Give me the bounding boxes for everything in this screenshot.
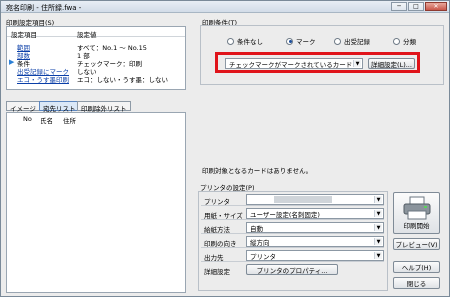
- dropdown-arrow-icon[interactable]: ▼: [374, 224, 382, 231]
- printer-row-feed: 給紙方法 自動 ▼: [201, 222, 384, 234]
- orientation-select[interactable]: 縦方向 ▼: [246, 236, 384, 247]
- tab-exclusion-list[interactable]: 印刷除外リスト: [77, 101, 131, 113]
- print-start-button[interactable]: 印刷開始: [393, 192, 440, 234]
- no-cards-message: 印刷対象となるカードはありません。: [202, 167, 313, 175]
- printer-name-redacted: [274, 196, 332, 203]
- tab-image[interactable]: イメージ: [6, 101, 40, 113]
- close-window-button[interactable]: ✕: [425, 2, 447, 11]
- radio-no-condition[interactable]: 条件なし: [227, 36, 263, 46]
- dropdown-arrow-icon[interactable]: ▼: [374, 252, 382, 259]
- preview-button[interactable]: プレビュー(V): [393, 238, 440, 250]
- window-controls: ─ □ ✕: [391, 2, 447, 11]
- paper-size-select[interactable]: ユーザー設定(名刺固定) ▼: [246, 208, 384, 219]
- printer-row-label: 出力先: [204, 254, 224, 262]
- maximize-button[interactable]: □: [408, 2, 424, 11]
- settings-value: エコ：しない・うす墨：しない: [77, 76, 168, 84]
- dropdown-arrow-icon[interactable]: ▼: [374, 196, 382, 203]
- close-button[interactable]: 閉じる: [393, 277, 440, 289]
- output-select[interactable]: プリンタ ▼: [246, 250, 384, 261]
- printer-select[interactable]: ▼: [246, 194, 384, 205]
- dropdown-arrow-icon[interactable]: ▼: [374, 238, 382, 245]
- highlight-box: [215, 52, 420, 73]
- printer-row-printer: プリンタ ▼: [201, 194, 384, 206]
- printer-row-orientation: 印刷の向き 縦方向 ▼: [201, 236, 384, 248]
- col-no: No: [23, 115, 32, 123]
- title-bar: 宛名印刷 - 住所録.fwa - ─ □ ✕: [1, 1, 449, 13]
- dropdown-arrow-icon[interactable]: ▼: [374, 210, 382, 217]
- settings-key[interactable]: エコ・うす墨印刷: [17, 74, 69, 84]
- radio-icon[interactable]: [334, 37, 341, 45]
- radio-icon[interactable]: [393, 37, 400, 45]
- orientation-value: 縦方向: [250, 238, 270, 247]
- window-title: 宛名印刷 - 住所録.fwa -: [6, 4, 82, 12]
- printer-row-detail: 詳細設定 プリンタのプロパティ...: [201, 264, 384, 276]
- col-address: 住所: [63, 117, 76, 125]
- radio-label: 出受記録: [344, 38, 370, 46]
- printer-row-label: 用紙・サイズ: [204, 212, 243, 220]
- print-dialog: 宛名印刷 - 住所録.fwa - ─ □ ✕ 印刷設定項目(S) 設定項目 設定…: [0, 0, 450, 297]
- radio-mark[interactable]: マーク: [286, 36, 316, 46]
- paper-feed-select[interactable]: 自動 ▼: [246, 222, 384, 233]
- settings-grid: 設定項目 設定値 範囲 すべて：No.1 ～ No.15 部数 1 部 ▶ 条件…: [6, 26, 186, 90]
- radio-label: 分類: [403, 38, 416, 46]
- printer-row-output: 出力先 プリンタ ▼: [201, 250, 384, 262]
- tab-address-list[interactable]: 宛先リスト: [39, 101, 80, 113]
- print-start-label: 印刷開始: [403, 222, 430, 230]
- paper-feed-value: 自動: [250, 224, 263, 233]
- help-button[interactable]: ヘルプ(H): [393, 261, 440, 273]
- radio-category[interactable]: 分類: [393, 36, 416, 46]
- radio-label: マーク: [296, 38, 316, 46]
- printer-row-paper: 用紙・サイズ ユーザー設定(名刺固定) ▼: [201, 208, 384, 220]
- address-list[interactable]: No 氏名 住所: [6, 112, 186, 293]
- printer-row-label: プリンタ: [204, 198, 230, 206]
- printer-row-label: 詳細設定: [204, 268, 230, 276]
- printer-properties-button[interactable]: プリンタのプロパティ...: [246, 264, 338, 275]
- paper-size-value: ユーザー設定(名刺固定): [250, 210, 320, 219]
- minimize-button[interactable]: ─: [391, 2, 407, 11]
- radio-receipt-record[interactable]: 出受記録: [334, 36, 370, 46]
- radio-icon[interactable]: [227, 37, 234, 45]
- printer-row-label: 印刷の向き: [204, 240, 237, 248]
- header-value: 設定値: [77, 31, 97, 39]
- list-header: No 氏名 住所: [7, 115, 185, 125]
- radio-selected-icon[interactable]: [286, 37, 293, 45]
- printer-row-label: 給紙方法: [204, 226, 230, 234]
- col-name: 氏名: [40, 117, 53, 125]
- radio-label: 条件なし: [237, 38, 263, 46]
- settings-header: 設定項目 設定値: [7, 29, 185, 39]
- selected-arrow-icon: ▶: [9, 58, 15, 66]
- printer-icon: [403, 196, 431, 220]
- header-item: 設定項目: [11, 31, 37, 39]
- output-value: プリンタ: [250, 252, 276, 261]
